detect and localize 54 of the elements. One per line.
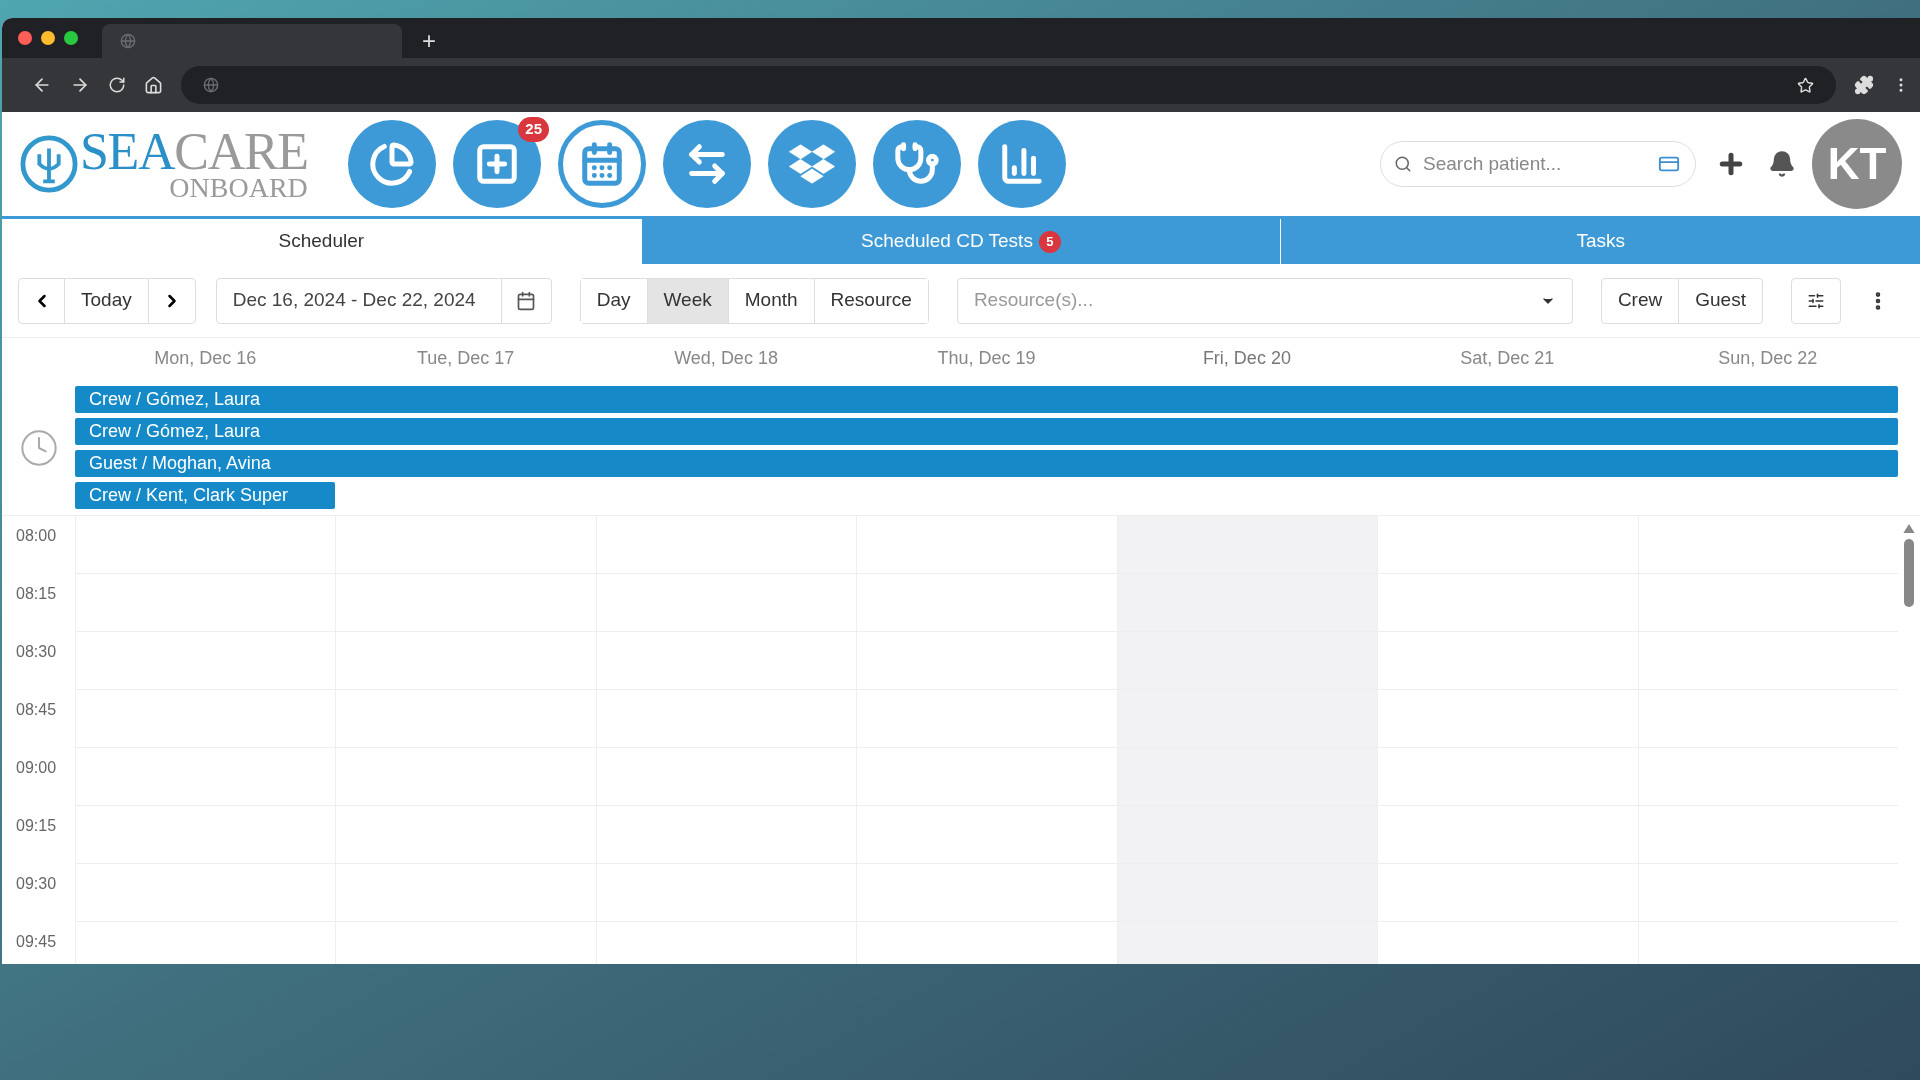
- day-header: Sat, Dec 21: [1459, 346, 1556, 370]
- time-label: 08:15: [15, 584, 58, 604]
- stethoscope-icon: [894, 141, 940, 187]
- reload-icon[interactable]: [108, 76, 126, 94]
- zoom-window-icon[interactable]: [64, 31, 78, 45]
- time-label: 09:15: [15, 816, 58, 836]
- scroll-up-icon[interactable]: [1903, 524, 1915, 533]
- bookmark-star-icon[interactable]: [1797, 76, 1814, 94]
- time-label: 09:45: [15, 932, 58, 952]
- plus-square-icon: [474, 141, 520, 187]
- home-icon[interactable]: [144, 75, 163, 95]
- count-badge: 5: [1038, 230, 1061, 253]
- day-header: Wed, Dec 18: [673, 346, 779, 370]
- event-bar[interactable]: Crew / Kent, Clark Super: [75, 482, 336, 509]
- event-bar[interactable]: Crew / Gómez, Laura: [75, 418, 1898, 445]
- time-label: 08:00: [15, 526, 58, 546]
- time-label: 08:45: [15, 700, 58, 720]
- search-field[interactable]: Search patient...: [1380, 141, 1696, 187]
- time-label: 09:30: [15, 874, 58, 894]
- clock-icon: [18, 427, 59, 468]
- notifications-icon[interactable]: [1768, 150, 1796, 178]
- search-icon: [1394, 155, 1412, 173]
- time-label: 09:00: [15, 758, 58, 778]
- event-bar[interactable]: Crew / Gómez, Laura: [75, 386, 1898, 413]
- view-button[interactable]: Week: [646, 278, 728, 323]
- day-header: Fri, Dec 20: [1201, 346, 1292, 370]
- globe-icon: [120, 33, 136, 49]
- close-window-icon[interactable]: [18, 31, 32, 45]
- filter-button[interactable]: Crew: [1601, 278, 1679, 323]
- calendar-icon[interactable]: [516, 290, 537, 311]
- date-range-field[interactable]: Dec 16, 2024 - Dec 22, 2024: [215, 277, 552, 324]
- logo[interactable]: SEACARE ONBOARD: [20, 126, 336, 202]
- globe-icon: [203, 77, 219, 93]
- event-bar[interactable]: Guest / Moghan, Avina: [75, 450, 1898, 477]
- count-badge: 25: [518, 117, 549, 142]
- settings-button[interactable]: [1790, 277, 1841, 324]
- tab[interactable]: Scheduled CD Tests 5: [640, 219, 1281, 264]
- pie-chart-icon: [369, 141, 415, 187]
- scrollbar-thumb[interactable]: [1904, 539, 1914, 607]
- day-header: Sun, Dec 22: [1717, 346, 1819, 370]
- calendar-icon: [579, 141, 625, 187]
- day-header: Mon, Dec 16: [153, 346, 258, 370]
- filter-button[interactable]: Guest: [1678, 278, 1762, 323]
- day-header: Tue, Dec 17: [415, 346, 516, 370]
- day-header: Thu, Dec 19: [936, 346, 1037, 370]
- boxes-icon: [789, 141, 835, 187]
- minimize-window-icon[interactable]: [41, 31, 55, 45]
- trident-logo-icon: [20, 135, 78, 193]
- new-tab-button[interactable]: +: [414, 24, 444, 58]
- extensions-icon[interactable]: [1854, 75, 1874, 95]
- view-button[interactable]: Resource: [813, 278, 928, 323]
- time-label: 08:30: [15, 642, 58, 662]
- bar-chart-icon: [999, 141, 1045, 187]
- sliders-icon: [1806, 291, 1825, 310]
